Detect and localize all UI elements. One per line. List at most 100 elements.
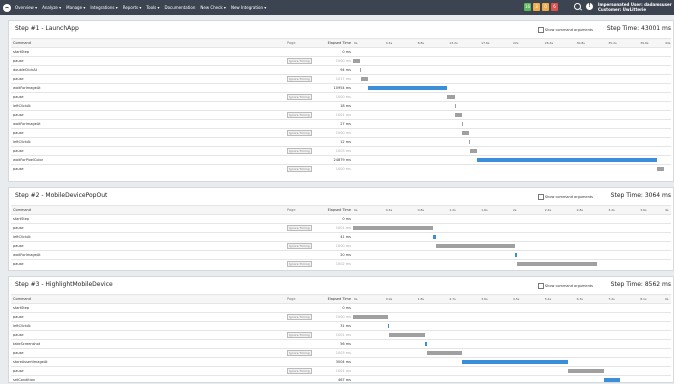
nav-overview[interactable]: Overview ▾	[15, 5, 37, 10]
header-elapsed[interactable]: Elapsed Time	[317, 206, 351, 214]
show-arguments-checkbox[interactable]	[537, 194, 544, 200]
table-row[interactable]: pause Ignore Timing 1001 ms	[11, 330, 671, 339]
timing-bar[interactable]	[515, 253, 517, 257]
timing-bar[interactable]	[462, 131, 470, 135]
timing-bar[interactable]	[568, 369, 604, 373]
table-row[interactable]: waitForImageAt 20 ms	[11, 250, 671, 259]
table-row[interactable]: pause Ignore Timing 1001 ms	[11, 110, 671, 119]
table-row[interactable]: waitForImageAt 10954 ms	[11, 83, 671, 92]
timing-bar[interactable]	[353, 315, 389, 319]
table-row[interactable]: pause Ignore Timing 1001 ms	[11, 366, 671, 375]
ignore-timing-badge[interactable]: Ignore Timing	[287, 350, 312, 356]
table-row[interactable]: leftClickAt 41 ms	[11, 232, 671, 241]
table-row[interactable]: waitForImageAt 27 ms	[11, 119, 671, 128]
header-elapsed[interactable]: Elapsed Time	[317, 39, 351, 47]
nav-new-integration[interactable]: New Integration ▾	[231, 5, 266, 10]
ignore-timing-badge[interactable]: Ignore Timing	[287, 166, 312, 172]
ignore-timing-badge[interactable]: Ignore Timing	[287, 112, 312, 118]
info-icon[interactable]: !	[586, 3, 593, 10]
timing-bar[interactable]	[360, 77, 369, 81]
ignore-timing-badge[interactable]: Ignore Timing	[287, 94, 312, 100]
timing-bar[interactable]	[432, 235, 436, 239]
timing-bar[interactable]	[426, 351, 463, 355]
table-row[interactable]: startStep 0 ms	[11, 214, 671, 223]
header-command[interactable]: Command	[13, 295, 31, 303]
header-command[interactable]: Command	[13, 206, 31, 214]
timing-bar[interactable]	[476, 158, 657, 162]
nav-reports[interactable]: Reports ▾	[123, 5, 142, 10]
table-row[interactable]: startStep 0 ms	[11, 47, 671, 56]
timing-bar[interactable]	[389, 333, 425, 337]
elapsed-time: 12 ms	[340, 140, 351, 144]
nav-new-check[interactable]: New Check ▾	[200, 5, 226, 10]
timing-bar[interactable]	[462, 122, 464, 126]
timing-bar[interactable]	[462, 360, 569, 364]
ignore-timing-badge[interactable]: Ignore Timing	[287, 76, 312, 82]
header-elapsed[interactable]: Elapsed Time	[317, 295, 351, 303]
table-row[interactable]: pause Ignore Timing 1003 ms	[11, 146, 671, 155]
table-row[interactable]: pause Ignore Timing 1000 ms	[11, 241, 671, 250]
table-row[interactable]: takeScreenshot 56 ms	[11, 339, 671, 348]
timing-bar[interactable]	[435, 244, 516, 248]
nav-manage[interactable]: Manage ▾	[66, 5, 85, 10]
table-row[interactable]: pause Ignore Timing 1000 ms	[11, 56, 671, 65]
tick-label: 3.6s	[481, 297, 488, 301]
ignore-timing-badge[interactable]: Ignore Timing	[287, 148, 312, 154]
timing-bar[interactable]	[368, 86, 448, 90]
table-row[interactable]: pause Ignore Timing 1001 ms	[11, 223, 671, 232]
ignore-timing-badge[interactable]: Ignore Timing	[287, 261, 312, 267]
ignore-timing-badge[interactable]: Ignore Timing	[287, 332, 312, 338]
table-row[interactable]: pause Ignore Timing 1000 ms	[11, 128, 671, 137]
table-row[interactable]: pause Ignore Timing 1000 ms	[11, 164, 671, 173]
table-row[interactable]: leftClickAt 18 ms	[11, 101, 671, 110]
table-row[interactable]: storeAssertImageAt 3004 ms	[11, 357, 671, 366]
timing-bar[interactable]	[360, 68, 362, 72]
timing-bar[interactable]	[454, 113, 463, 117]
table-row[interactable]: leftClickAt 12 ms	[11, 137, 671, 146]
timing-bar[interactable]	[388, 324, 390, 328]
table-row[interactable]: pause Ignore Timing 1003 ms	[11, 348, 671, 357]
timing-bar[interactable]	[656, 167, 664, 171]
ignore-timing-badge[interactable]: Ignore Timing	[287, 58, 312, 64]
timing-bar[interactable]	[353, 226, 433, 230]
logo-icon[interactable]	[3, 3, 11, 12]
header-command[interactable]: Command	[13, 39, 31, 47]
status-badge-ok[interactable]: 16	[524, 3, 531, 11]
search-icon[interactable]	[574, 3, 581, 10]
status-badge-warning[interactable]: 3	[533, 3, 540, 11]
nav-integrations[interactable]: Integrations ▾	[90, 5, 117, 10]
elapsed-time: 1002 ms	[335, 262, 351, 266]
ignore-timing-badge[interactable]: Ignore Timing	[287, 368, 312, 374]
show-arguments-checkbox[interactable]	[537, 283, 544, 289]
timing-bar[interactable]	[447, 95, 455, 99]
status-badge-error[interactable]: 6	[551, 3, 558, 11]
ignore-timing-badge[interactable]: Ignore Timing	[287, 225, 312, 231]
table-row[interactable]: pause Ignore Timing 1017 ms	[11, 74, 671, 83]
nav-documentation[interactable]: Documentation	[165, 5, 196, 10]
table-row[interactable]: startStep 0 ms	[11, 303, 671, 312]
timing-bar[interactable]	[469, 149, 477, 153]
show-arguments-checkbox[interactable]	[537, 27, 544, 33]
timing-bar[interactable]	[469, 140, 471, 144]
show-arguments-toggle[interactable]: Show command arguments	[537, 194, 593, 200]
timing-bar[interactable]	[424, 342, 427, 346]
timing-bar[interactable]	[454, 104, 456, 108]
table-row[interactable]: pause Ignore Timing 1000 ms	[11, 312, 671, 321]
ignore-timing-badge[interactable]: Ignore Timing	[287, 130, 312, 136]
table-row[interactable]: pause Ignore Timing 1002 ms	[11, 259, 671, 268]
timeline-track	[353, 66, 671, 74]
table-row[interactable]: leftClickAt 31 ms	[11, 321, 671, 330]
timing-bar[interactable]	[353, 59, 361, 63]
show-arguments-toggle[interactable]: Show command arguments	[537, 283, 593, 289]
table-row[interactable]: doubleClickAt 94 ms	[11, 65, 671, 74]
show-arguments-toggle[interactable]: Show command arguments	[537, 27, 593, 33]
timing-bar[interactable]	[603, 378, 621, 382]
timing-bar[interactable]	[516, 262, 597, 266]
table-row[interactable]: pause Ignore Timing 1000 ms	[11, 92, 671, 101]
nav-tools[interactable]: Tools ▾	[146, 5, 159, 10]
ignore-timing-badge[interactable]: Ignore Timing	[287, 243, 312, 249]
ignore-timing-badge[interactable]: Ignore Timing	[287, 314, 312, 320]
status-badge-pending[interactable]: 0	[542, 3, 549, 11]
table-row[interactable]: waitForPixelColor 24879 ms	[11, 155, 671, 164]
nav-analyze[interactable]: Analyze ▾	[42, 5, 61, 10]
